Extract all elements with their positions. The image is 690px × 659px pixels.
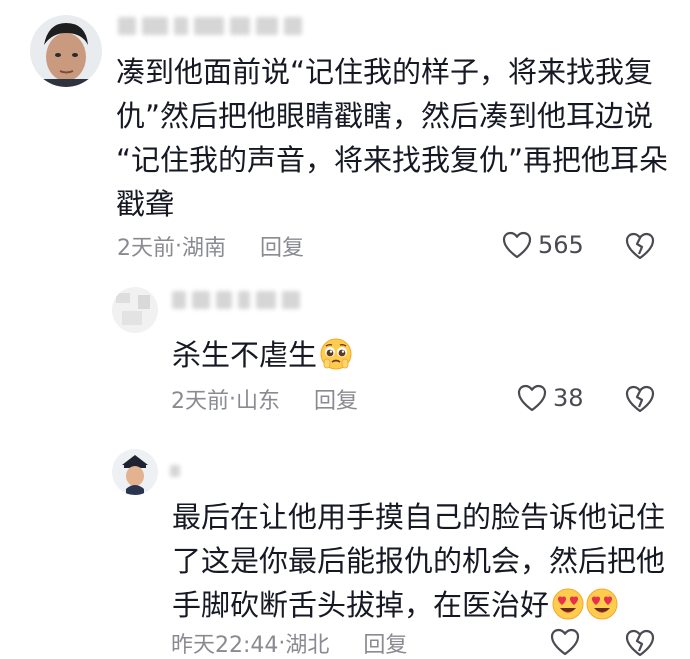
reply-button[interactable]: 回复 [260, 230, 304, 262]
username-blurred[interactable] [118, 14, 302, 38]
username-blurred[interactable] [170, 459, 180, 483]
heart-icon [517, 384, 547, 412]
meta-separator: · [278, 630, 286, 656]
comment-line: 戳聋 [116, 187, 175, 221]
reply-button[interactable]: 回复 [363, 627, 407, 659]
dislike-button[interactable] [624, 231, 656, 261]
comment-meta: 昨天22:44 · 湖北 回复 [171, 627, 407, 659]
like-button[interactable]: 38 [517, 382, 584, 414]
pleading-face-emoji [320, 338, 352, 370]
comment-line: 手脚砍断舌头拔掉，在医治好 [172, 588, 550, 622]
like-button[interactable]: 565 [502, 229, 584, 261]
heart-eyes-face-emoji [552, 588, 584, 620]
comment-line: 杀生不虐生 [172, 338, 318, 372]
comment-meta: 2天前 · 山东 回复 [171, 383, 358, 415]
comment-location: 湖南 [182, 236, 227, 261]
dislike-button[interactable] [624, 384, 656, 414]
avatar[interactable] [112, 287, 158, 333]
like-count: 565 [538, 231, 584, 259]
broken-heart-icon [625, 385, 655, 413]
meta-separator: · [175, 233, 182, 259]
comment-text: 凑到他面前说“记住我的样子，将来找我复 仇”然后把他眼睛戳瞎，然后凑到他耳边说 … [116, 50, 676, 226]
comment-line: 了这是你最后能报仇的机会，然后把他 [172, 544, 666, 578]
comment-line: 最后在让他用手摸自己的脸告诉他记住 [172, 500, 666, 534]
broken-heart-icon [625, 629, 655, 657]
heart-icon [550, 628, 580, 656]
heart-eyes-face-emoji [586, 588, 618, 620]
comment-time: 2天前 [117, 236, 175, 261]
comment-location: 湖北 [285, 633, 330, 658]
dislike-button[interactable] [624, 628, 656, 658]
avatar[interactable] [30, 15, 102, 87]
comment-text: 杀生不虐生 [172, 333, 652, 377]
avatar[interactable] [112, 449, 158, 495]
reply-button[interactable]: 回复 [314, 383, 358, 415]
like-button[interactable] [550, 626, 586, 658]
comment-time: 2天前 [171, 389, 229, 414]
comment-location: 山东 [236, 389, 281, 414]
comment-line: 仇”然后把他眼睛戳瞎，然后凑到他耳边说 [116, 99, 654, 133]
broken-heart-icon [625, 232, 655, 260]
comment-line: “记住我的声音，将来找我复仇”再把他耳朵 [116, 143, 669, 177]
heart-icon [502, 231, 532, 259]
username-blurred[interactable] [172, 288, 300, 312]
like-count: 38 [553, 384, 584, 412]
comment-line: 凑到他面前说“记住我的样子，将来找我复 [116, 55, 654, 89]
comment-time: 昨天22:44 [171, 633, 279, 658]
comment-text: 最后在让他用手摸自己的脸告诉他记住 了这是你最后能报仇的机会，然后把他 手脚砍断… [172, 495, 672, 627]
meta-separator: · [229, 386, 236, 412]
comment-meta: 2天前 · 湖南 回复 [117, 230, 304, 262]
